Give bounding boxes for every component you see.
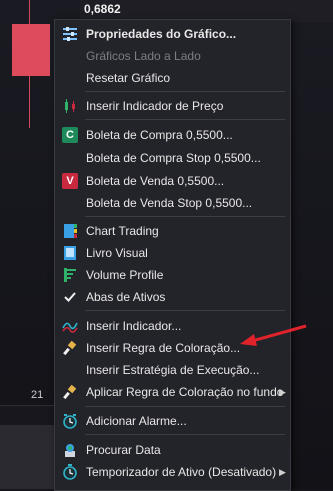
annotation-arrow-icon: [240, 324, 307, 346]
